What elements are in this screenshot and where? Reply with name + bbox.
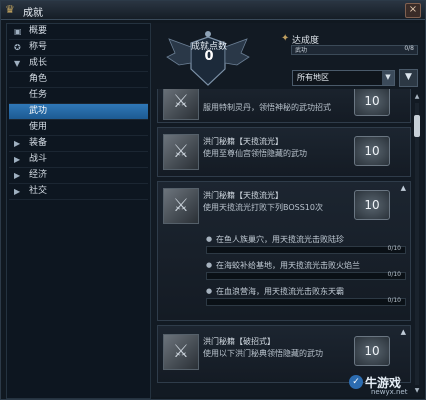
- achievement-icon: ⚔: [163, 134, 199, 170]
- sidebar-item-label: 装备: [29, 138, 48, 148]
- scroll-track[interactable]: [415, 103, 419, 385]
- sub-objective-progress: 0/10: [206, 245, 406, 254]
- collapse-arrow-icon: ▶: [14, 171, 21, 180]
- sidebar-item-overview[interactable]: ▣ 概要: [9, 24, 148, 40]
- achievement-description: 服用特制灵丹，领悟神秘的武功招式: [203, 103, 331, 112]
- scroll-thumb[interactable]: [414, 115, 420, 137]
- achievement-points: 10: [354, 136, 390, 166]
- bullet-icon: ●: [206, 235, 213, 243]
- achievement-window: ♛ 成就 × ▣ 概要 ✪ 称号 ▼ 成长 角色 任务 武功 使用 ▶ 装备 ▶…: [0, 0, 426, 400]
- collapse-arrow-icon: ▶: [14, 155, 21, 164]
- achievement-icon: ⚔: [163, 89, 199, 120]
- sidebar-item-usage[interactable]: 使用: [9, 120, 148, 136]
- bullet-icon: ●: [206, 261, 213, 269]
- sidebar-item-social[interactable]: ▶ 社交: [9, 184, 148, 200]
- achievement-icon: ⚔: [163, 188, 199, 224]
- achievement-card-expanded[interactable]: ⚔ 洪门秘籍【天揽流光】 使用天揽流光打败下列BOSS10次 10 ▲ ● 在鱼…: [157, 181, 411, 321]
- achievement-card[interactable]: ⚔ 服用特制灵丹，领悟神秘的武功招式 10: [157, 89, 411, 123]
- progress-bar-name: 武功: [295, 47, 308, 54]
- close-button[interactable]: ×: [405, 3, 421, 18]
- achievement-panel: 成就点数 0 ✦ 达成度 武功 0/8 所有地区 ▼ ▼ ⚔ 服用特制灵丹，领悟…: [151, 23, 423, 397]
- sub-objective-value: 0/10: [387, 245, 401, 252]
- sidebar-item-label: 任务: [29, 90, 48, 100]
- achievement-card[interactable]: ⚔ 洪门秘籍【天揽流光】 使用至尊仙宫领悟隐藏的武功 10: [157, 127, 411, 177]
- sidebar-item-combat[interactable]: ▶ 战斗: [9, 152, 148, 168]
- filter-icon: ▼: [405, 72, 412, 82]
- sidebar-item-quest[interactable]: 任务: [9, 88, 148, 104]
- region-dropdown[interactable]: 所有地区 ▼: [292, 70, 395, 86]
- sidebar-item-character[interactable]: 角色: [9, 72, 148, 88]
- site-watermark: ✓ 牛游戏 newyx.net: [349, 373, 425, 399]
- achievement-description: 使用天揽流光打败下列BOSS10次: [203, 203, 323, 212]
- sidebar-item-label: 角色: [29, 74, 48, 84]
- collapse-arrow-icon: ▶: [14, 139, 21, 148]
- bullet-icon: ●: [206, 287, 213, 295]
- achievement-icon: ⚔: [163, 334, 199, 370]
- window-title: 成就: [23, 8, 43, 19]
- sidebar-item-titles[interactable]: ✪ 称号: [9, 40, 148, 56]
- sidebar-item-label: 战斗: [29, 154, 48, 164]
- sidebar-item-label: 成长: [29, 58, 48, 68]
- sidebar-item-label: 社交: [29, 186, 48, 196]
- expand-arrow-icon: ▼: [14, 59, 21, 68]
- chevron-down-icon[interactable]: ▼: [382, 71, 394, 85]
- region-dropdown-value: 所有地区: [297, 73, 329, 82]
- achievement-name: 洪门秘籍【天揽流光】: [203, 191, 283, 200]
- completion-progress-bar: 武功 0/8: [291, 45, 418, 55]
- sub-objective: ● 在鱼人族巢穴，用天揽流光击败陆珍 0/10: [206, 234, 406, 256]
- sidebar-item-martial-arts[interactable]: 武功: [9, 104, 148, 120]
- points-value: 0: [204, 49, 214, 64]
- sub-objective-text: 在血浪营海，用天揽流光击败东天霸: [216, 287, 344, 296]
- progress-bar-value: 0/8: [404, 45, 414, 52]
- sidebar-item-label: 概要: [29, 26, 48, 36]
- achievement-description: 使用以下洪门秘典领悟隐藏的武功: [203, 349, 323, 358]
- achievement-points: 10: [354, 336, 390, 366]
- sub-objective: ● 在血浪营海，用天揽流光击败东天霸 0/10: [206, 286, 406, 308]
- medal-icon: ✦: [281, 33, 290, 44]
- title-bar[interactable]: ♛ 成就 ×: [1, 1, 425, 20]
- overview-icon: ▣: [14, 27, 22, 36]
- list-scrollbar[interactable]: ▲ ▼: [413, 93, 421, 395]
- sub-objective-progress: 0/10: [206, 297, 406, 306]
- achievement-description: 使用至尊仙宫领悟隐藏的武功: [203, 149, 307, 158]
- sidebar-item-label: 使用: [29, 122, 48, 132]
- category-sidebar: ▣ 概要 ✪ 称号 ▼ 成长 角色 任务 武功 使用 ▶ 装备 ▶ 战斗 ▶ 经…: [6, 23, 151, 399]
- sub-objective-text: 在鱼人族巢穴，用天揽流光击败陆珍: [216, 235, 344, 244]
- sub-objective: ● 在海蛟补给基地，用天揽流光击败火焰兰 0/10: [206, 260, 406, 282]
- collapse-arrow-icon[interactable]: ▲: [401, 184, 406, 192]
- sidebar-item-growth[interactable]: ▼ 成长: [9, 56, 148, 72]
- sidebar-item-label: 经济: [29, 170, 48, 180]
- sidebar-item-label: 称号: [29, 42, 48, 52]
- sub-objective-value: 0/10: [387, 271, 401, 278]
- filter-button[interactable]: ▼: [399, 69, 418, 87]
- scroll-up-icon[interactable]: ▲: [413, 93, 421, 101]
- sidebar-item-label: 武功: [29, 106, 48, 116]
- sidebar-item-economy[interactable]: ▶ 经济: [9, 168, 148, 184]
- achievement-points-badge: 成就点数 0: [165, 25, 251, 91]
- sidebar-item-equipment[interactable]: ▶ 装备: [9, 136, 148, 152]
- achievement-points: 10: [354, 190, 390, 220]
- sub-objective-progress: 0/10: [206, 271, 406, 280]
- watermark-url: newyx.net: [371, 388, 408, 396]
- collapse-arrow-icon: ▶: [14, 187, 21, 196]
- star-icon: ✪: [14, 43, 21, 52]
- trophy-icon: ♛: [5, 3, 15, 16]
- watermark-logo-icon: ✓: [349, 375, 363, 389]
- sub-objective-value: 0/10: [387, 297, 401, 304]
- achievement-name: 洪门秘籍【破招式】: [203, 337, 275, 346]
- sub-objective-text: 在海蛟补给基地，用天揽流光击败火焰兰: [216, 261, 360, 270]
- achievement-list: ⚔ 服用特制灵丹，领悟神秘的武功招式 10 ⚔ 洪门秘籍【天揽流光】 使用至尊仙…: [153, 89, 411, 395]
- expand-arrow-icon[interactable]: ▲: [401, 328, 406, 336]
- achievement-name: 洪门秘籍【天揽流光】: [203, 137, 283, 146]
- achievement-points: 10: [354, 89, 390, 116]
